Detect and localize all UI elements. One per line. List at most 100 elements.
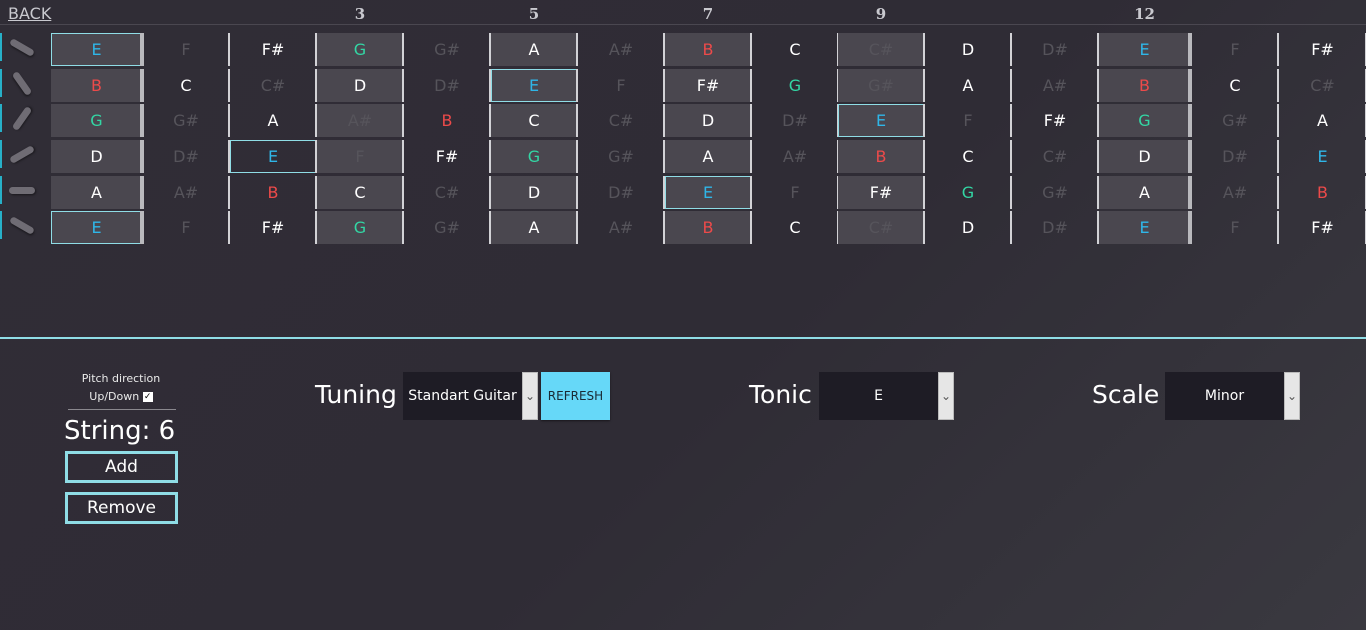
tuning-select[interactable]: Standart Guitar	[403, 372, 522, 420]
fret-note[interactable]: A	[1279, 104, 1366, 137]
fret-note[interactable]: B	[1279, 176, 1366, 209]
refresh-button[interactable]: REFRESH	[541, 372, 610, 420]
tuning-peg[interactable]	[0, 104, 40, 132]
fret-note[interactable]: D#	[143, 140, 229, 173]
fret-note[interactable]: F	[1192, 211, 1278, 244]
fret-note[interactable]: F	[143, 33, 229, 66]
fret-note[interactable]: E	[230, 140, 316, 173]
tuning-peg[interactable]	[0, 176, 40, 204]
fret-note[interactable]: G	[925, 176, 1011, 209]
fret-note[interactable]: B	[404, 104, 490, 137]
fret-note[interactable]: E	[1099, 33, 1190, 66]
fret-note[interactable]: A	[51, 176, 142, 209]
fret-note[interactable]: A#	[1012, 69, 1098, 102]
chevron-down-icon[interactable]: ⌄	[938, 372, 954, 420]
fret-note[interactable]: C	[317, 176, 403, 209]
fret-note[interactable]: D#	[578, 176, 664, 209]
fret-note[interactable]: C	[491, 104, 577, 137]
fret-note[interactable]: F#	[230, 33, 316, 66]
scale-select[interactable]: Minor	[1165, 372, 1284, 420]
remove-string-button[interactable]: Remove	[65, 492, 178, 524]
tuning-peg[interactable]	[0, 140, 40, 168]
fret-note[interactable]: C	[925, 140, 1011, 173]
fret-note[interactable]: F#	[838, 176, 924, 209]
fret-note[interactable]: G	[491, 140, 577, 173]
fret-note[interactable]: D	[665, 104, 751, 137]
fret-note[interactable]: G#	[143, 104, 229, 137]
fret-note[interactable]: C	[1192, 69, 1278, 102]
fret-note[interactable]: A#	[143, 176, 229, 209]
add-string-button[interactable]: Add	[65, 451, 178, 483]
fret-note[interactable]: F#	[1012, 104, 1098, 137]
fret-note[interactable]: D	[1099, 140, 1190, 173]
fret-note[interactable]: D#	[404, 69, 490, 102]
fret-note[interactable]: F#	[230, 211, 316, 244]
chevron-down-icon[interactable]: ⌄	[522, 372, 538, 420]
fret-note[interactable]: E	[1099, 211, 1190, 244]
fret-note[interactable]: G#	[838, 69, 924, 102]
fret-note[interactable]: A#	[578, 211, 664, 244]
fret-note[interactable]: D	[925, 211, 1011, 244]
fret-note[interactable]: C	[752, 211, 838, 244]
fret-note[interactable]: E	[51, 33, 142, 66]
fret-note[interactable]: F#	[665, 69, 751, 102]
fret-note[interactable]: B	[665, 33, 751, 66]
fret-note[interactable]: C#	[230, 69, 316, 102]
fret-note[interactable]: D#	[752, 104, 838, 137]
fret-note[interactable]: A#	[317, 104, 403, 137]
fret-note[interactable]: G#	[1012, 176, 1098, 209]
tuning-peg[interactable]	[0, 33, 40, 61]
fret-note[interactable]: F	[143, 211, 229, 244]
fret-note[interactable]: F#	[404, 140, 490, 173]
fret-note[interactable]: C#	[838, 33, 924, 66]
tuning-peg[interactable]	[0, 69, 40, 97]
fret-note[interactable]: A#	[1192, 176, 1278, 209]
fret-note[interactable]: F	[578, 69, 664, 102]
fret-note[interactable]: F	[752, 176, 838, 209]
fret-note[interactable]: E	[665, 176, 751, 209]
fret-note[interactable]: C#	[838, 211, 924, 244]
fret-note[interactable]: F	[317, 140, 403, 173]
fret-note[interactable]: D#	[1012, 33, 1098, 66]
fret-note[interactable]: A	[665, 140, 751, 173]
fret-note[interactable]: A	[1099, 176, 1190, 209]
chevron-down-icon[interactable]: ⌄	[1284, 372, 1300, 420]
fret-note[interactable]: F#	[1279, 211, 1366, 244]
fret-note[interactable]: G#	[578, 140, 664, 173]
fret-note[interactable]: B	[230, 176, 316, 209]
fret-note[interactable]: G	[752, 69, 838, 102]
fret-note[interactable]: G	[51, 104, 142, 137]
fret-note[interactable]: G#	[404, 211, 490, 244]
fret-note[interactable]: B	[51, 69, 142, 102]
fret-note[interactable]: A	[491, 33, 577, 66]
fret-note[interactable]: G	[1099, 104, 1190, 137]
fret-note[interactable]: D	[51, 140, 142, 173]
fret-note[interactable]: A	[230, 104, 316, 137]
fret-note[interactable]: B	[1099, 69, 1190, 102]
updown-checkbox[interactable]: ✓	[142, 392, 153, 402]
fret-note[interactable]: G	[317, 33, 403, 66]
fret-note[interactable]: A	[925, 69, 1011, 102]
tuning-peg[interactable]	[0, 211, 40, 239]
fret-note[interactable]: C#	[1279, 69, 1366, 102]
fret-note[interactable]: F	[925, 104, 1011, 137]
fret-note[interactable]: C#	[404, 176, 490, 209]
fret-note[interactable]: G#	[404, 33, 490, 66]
fret-note[interactable]: D	[491, 176, 577, 209]
fret-note[interactable]: C#	[578, 104, 664, 137]
fret-note[interactable]: C#	[1012, 140, 1098, 173]
fret-note[interactable]: A#	[578, 33, 664, 66]
fret-note[interactable]: E	[1279, 140, 1366, 173]
fret-note[interactable]: E	[51, 211, 142, 244]
fret-note[interactable]: F#	[1279, 33, 1366, 66]
fret-note[interactable]: C	[752, 33, 838, 66]
fret-note[interactable]: B	[838, 140, 924, 173]
fret-note[interactable]: F	[1192, 33, 1278, 66]
tonic-select[interactable]: E	[819, 372, 938, 420]
fret-note[interactable]: D	[925, 33, 1011, 66]
fret-note[interactable]: D#	[1012, 211, 1098, 244]
fret-note[interactable]: G	[317, 211, 403, 244]
fret-note[interactable]: E	[491, 69, 577, 102]
fret-note[interactable]: D	[317, 69, 403, 102]
fret-note[interactable]: B	[665, 211, 751, 244]
